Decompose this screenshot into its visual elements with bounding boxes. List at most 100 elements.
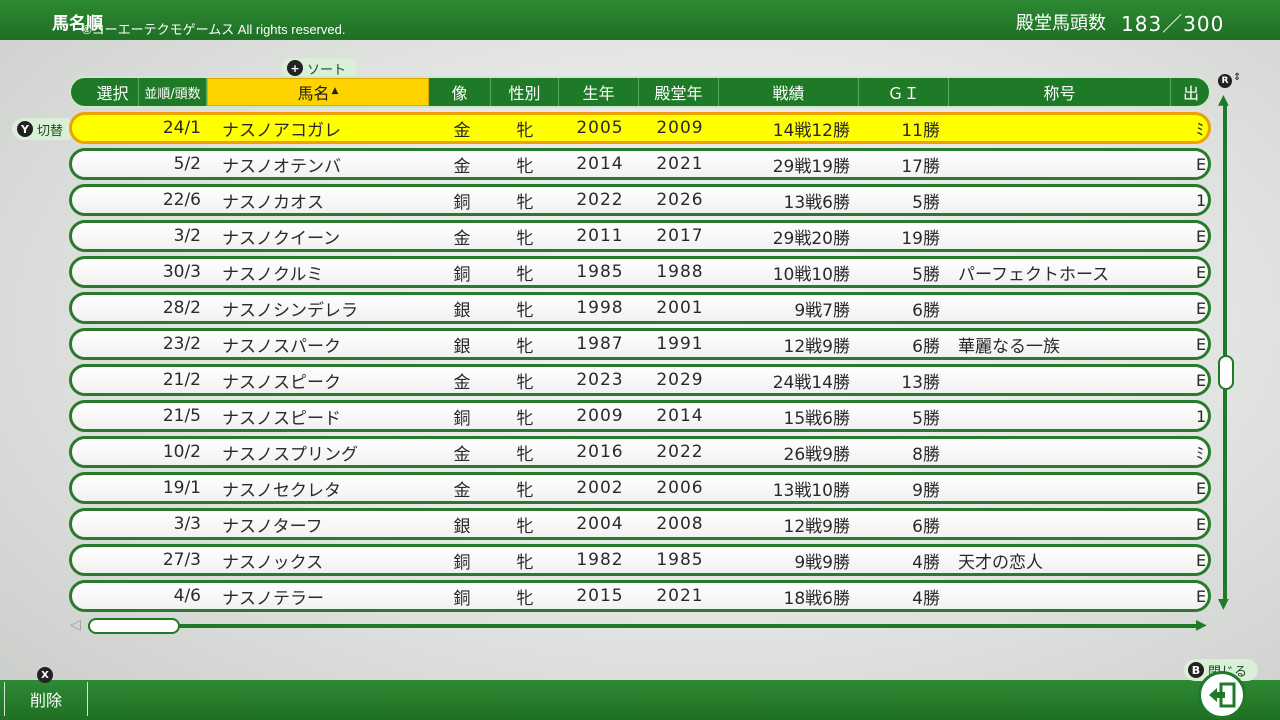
column-header-born[interactable]: 生年 (559, 78, 639, 106)
table-row[interactable]: 5/2 ナスノオテンバ 金 牝 2014 2021 29戦19勝 17勝 E (69, 148, 1211, 180)
cell-next-column: 1 (1196, 190, 1207, 210)
cell-next-column: ﾐ (1196, 120, 1205, 139)
cell-born-year: 2002 (576, 478, 624, 498)
cell-rank: 30/3 (162, 262, 201, 282)
cell-born-year: 2023 (576, 370, 624, 390)
cell-hof-year: 2029 (656, 370, 704, 390)
cell-sex: 牝 (516, 300, 534, 321)
horizontal-scrollbar[interactable] (88, 624, 1196, 628)
cell-rank: 10/2 (162, 442, 201, 462)
cell-title (958, 439, 1178, 465)
exit-button[interactable] (1198, 671, 1246, 719)
up-down-icon: ⇕ (1233, 72, 1242, 83)
cell-record: 12戦9勝 (783, 336, 850, 357)
cell-title (958, 511, 1178, 537)
cell-hof-year: 2022 (656, 442, 704, 462)
cell-next-column: 1 (1196, 406, 1207, 426)
table-row[interactable]: 30/3 ナスノクルミ 銅 牝 1985 1988 10戦10勝 5勝 パーフェクトホース E (69, 256, 1211, 288)
cell-next-column: E (1196, 370, 1207, 390)
cell-next-column: E (1196, 334, 1207, 354)
cell-hof-year: 2026 (656, 190, 704, 210)
cell-next-column: E (1196, 154, 1207, 174)
cell-record: 13戦10勝 (772, 480, 850, 501)
cell-name: ナスノクルミ (222, 264, 324, 285)
cell-record: 14戦12勝 (772, 120, 850, 141)
top-bar: 馬名順 ©コーエーテクモゲームス All rights reserved. 殿堂… (0, 0, 1280, 40)
table-row[interactable]: 19/1 ナスノセクレタ 金 牝 2002 2006 13戦10勝 9勝 E (69, 472, 1211, 504)
sort-button[interactable]: + ソート (281, 58, 357, 78)
cell-next-column: E (1196, 478, 1207, 498)
cell-g1-wins: 17勝 (901, 156, 940, 177)
cell-g1-wins: 5勝 (912, 408, 940, 429)
cell-born-year: 2005 (576, 118, 624, 138)
cell-record: 29戦20勝 (772, 228, 850, 249)
column-header-title[interactable]: 称号 (949, 78, 1171, 106)
table-row[interactable]: 21/5 ナスノスピード 銅 牝 2009 2014 15戦6勝 5勝 1 (69, 400, 1211, 432)
cell-hof-year: 2017 (656, 226, 704, 246)
column-header-statue[interactable]: 像 (429, 78, 491, 106)
scroll-right-arrow-icon[interactable]: ▶ (1196, 617, 1207, 633)
copyright-text: ©コーエーテクモゲームス All rights reserved. (82, 22, 346, 37)
cell-record: 18戦6勝 (783, 588, 850, 609)
cell-statue: 金 (453, 444, 471, 465)
cell-sex: 牝 (516, 228, 534, 249)
table-row[interactable]: 3/3 ナスノターフ 銀 牝 2004 2008 12戦9勝 6勝 E (69, 508, 1211, 540)
cell-sex: 牝 (516, 264, 534, 285)
column-header-name[interactable]: 馬名 ▲ (207, 78, 429, 106)
column-header-order[interactable]: 並順/頭数 (139, 78, 207, 106)
cell-statue: 金 (453, 120, 471, 141)
cell-sex: 牝 (516, 588, 534, 609)
table-row[interactable]: 22/6 ナスノカオス 銅 牝 2022 2026 13戦6勝 5勝 1 (69, 184, 1211, 216)
column-header-select[interactable]: 選択 (87, 78, 139, 106)
cell-born-year: 2016 (576, 442, 624, 462)
column-header-hof-year[interactable]: 殿堂年 (639, 78, 719, 106)
table-row[interactable]: 4/6 ナスノテラー 銅 牝 2015 2021 18戦6勝 4勝 E (69, 580, 1211, 612)
cell-g1-wins: 8勝 (912, 444, 940, 465)
cell-record: 12戦9勝 (783, 516, 850, 537)
sort-label: ソート (307, 62, 347, 78)
cell-record: 29戦19勝 (772, 156, 850, 177)
cell-title: 天才の恋人 (958, 552, 1043, 573)
cell-sex: 牝 (516, 480, 534, 501)
table-row[interactable]: 21/2 ナスノスピーク 金 牝 2023 2029 24戦14勝 13勝 E (69, 364, 1211, 396)
cell-born-year: 1985 (576, 262, 624, 282)
cell-rank: 3/2 (173, 226, 201, 246)
column-header-name-label: 馬名 (297, 84, 330, 103)
cell-rank: 27/3 (162, 550, 201, 570)
column-header-cut[interactable]: 出 (1171, 78, 1209, 106)
table-row[interactable]: 24/1 ナスノアコガレ 金 牝 2005 2009 14戦12勝 11勝 ﾐ (69, 112, 1211, 144)
cell-next-column: E (1196, 586, 1207, 606)
table-row[interactable]: 27/3 ナスノックス 銅 牝 1982 1985 9戦9勝 4勝 天才の恋人 E (69, 544, 1211, 576)
cell-next-column: ﾐ (1196, 444, 1205, 463)
table-row[interactable]: 28/2 ナスノシンデレラ 銀 牝 1998 2001 9戦7勝 6勝 E (69, 292, 1211, 324)
horizontal-scroll-thumb[interactable] (88, 618, 180, 634)
column-header-record[interactable]: 戦績 (719, 78, 859, 106)
cell-name: ナスノカオス (222, 192, 324, 213)
cell-g1-wins: 6勝 (912, 516, 940, 537)
vertical-scrollbar[interactable] (1223, 104, 1227, 600)
table-row[interactable]: 3/2 ナスノクイーン 金 牝 2011 2017 29戦20勝 19勝 E (69, 220, 1211, 252)
column-header-g1[interactable]: ＧＩ (859, 78, 949, 106)
table-row[interactable]: 23/2 ナスノスパーク 銀 牝 1987 1991 12戦9勝 6勝 華麗なる一族 E (69, 328, 1211, 360)
cell-statue: 銅 (453, 192, 471, 213)
cell-name: ナスノテラー (222, 588, 324, 609)
cell-born-year: 2014 (576, 154, 624, 174)
exit-door-icon (1209, 682, 1236, 708)
cell-name: ナスノターフ (222, 516, 323, 537)
cell-name: ナスノセクレタ (222, 480, 341, 501)
column-header-sex[interactable]: 性別 (491, 78, 559, 106)
hof-count-value: 183／300 (1121, 12, 1225, 36)
b-button-icon: B (1188, 662, 1204, 678)
cell-statue: 金 (453, 480, 471, 501)
scroll-left-arrow-icon[interactable]: ◁ (70, 617, 81, 633)
cell-hof-year: 1991 (656, 334, 704, 354)
scroll-down-arrow-icon[interactable]: ▼ (1218, 596, 1229, 612)
table-row[interactable]: 10/2 ナスノスプリング 金 牝 2016 2022 26戦9勝 8勝 ﾐ (69, 436, 1211, 468)
cell-g1-wins: 5勝 (912, 192, 940, 213)
vertical-scroll-thumb[interactable] (1218, 355, 1234, 390)
cell-g1-wins: 9勝 (912, 480, 940, 501)
cell-hof-year: 2021 (656, 154, 704, 174)
delete-button[interactable]: 削除 (4, 682, 88, 716)
cell-born-year: 1998 (576, 298, 624, 318)
switch-button[interactable]: Y 切替 (12, 118, 76, 140)
